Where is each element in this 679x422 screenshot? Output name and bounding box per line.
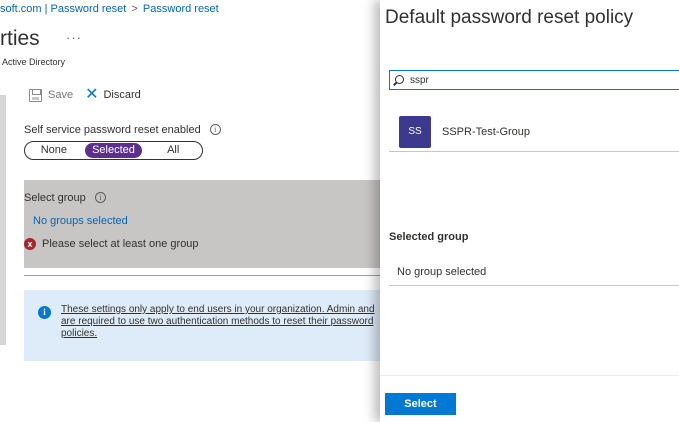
save-label: Save: [48, 89, 74, 101]
sspr-enabled-label: Self service password reset enabled i: [24, 124, 221, 136]
save-icon: [29, 88, 42, 102]
select-group-label: Select group i: [24, 192, 106, 204]
select-group-panel: Select group i No groups selected x Plea…: [24, 180, 380, 268]
panel-title: Default password reset policy: [385, 7, 634, 28]
error-message: Please select at least one group: [42, 238, 199, 250]
info-icon: i: [38, 306, 51, 319]
breadcrumb-item-1[interactable]: soft.com | Password reset: [0, 3, 126, 15]
page-subtitle: Active Directory: [2, 57, 66, 67]
sspr-toggle: None Selected All: [24, 141, 203, 160]
breadcrumb-separator: >: [131, 3, 138, 15]
select-button[interactable]: Select: [385, 393, 456, 415]
discard-label: Discard: [103, 89, 141, 101]
toolbar: Save ✕ Discard: [29, 86, 153, 104]
info-icon[interactable]: i: [209, 124, 221, 135]
group-name: SSPR-Test-Group: [442, 125, 531, 138]
validation-error: x Please select at least one group: [24, 238, 199, 250]
info-icon[interactable]: i: [94, 192, 106, 203]
group-search-input[interactable]: sspr: [389, 70, 679, 90]
toggle-option-selected[interactable]: Selected: [84, 143, 143, 158]
divider: [24, 275, 380, 276]
info-banner-link[interactable]: These settings only apply to end users i…: [61, 304, 379, 340]
avatar: SS: [399, 115, 431, 148]
no-groups-selected-link[interactable]: No groups selected: [33, 215, 128, 227]
scroll-strip: [0, 95, 6, 345]
search-icon: [395, 74, 404, 84]
sspr-label-text: Self service password reset enabled: [24, 124, 201, 136]
selected-group-value: No group selected: [389, 258, 679, 286]
discard-button[interactable]: ✕ Discard: [85, 87, 141, 103]
select-group-text: Select group: [24, 192, 86, 204]
list-item[interactable]: SS SSPR-Test-Group: [389, 112, 679, 152]
password-reset-properties-blade: soft.com | Password reset > Password res…: [0, 0, 380, 422]
page-title: rties: [0, 27, 40, 50]
error-icon: x: [24, 238, 36, 250]
save-button[interactable]: Save: [29, 88, 74, 102]
search-value[interactable]: sspr: [410, 75, 429, 86]
footer-divider: [380, 375, 679, 376]
info-banner: i These settings only apply to end users…: [24, 290, 380, 361]
breadcrumb: soft.com | Password reset > Password res…: [0, 3, 219, 15]
selected-group-heading: Selected group: [389, 231, 469, 243]
close-icon: ✕: [85, 86, 99, 103]
more-options-icon[interactable]: ···: [66, 30, 82, 45]
breadcrumb-item-2[interactable]: Password reset: [143, 3, 219, 15]
toggle-option-all[interactable]: All: [144, 143, 202, 158]
default-password-reset-policy-panel: Default password reset policy sspr SS SS…: [380, 0, 679, 422]
toggle-option-none[interactable]: None: [25, 143, 83, 158]
